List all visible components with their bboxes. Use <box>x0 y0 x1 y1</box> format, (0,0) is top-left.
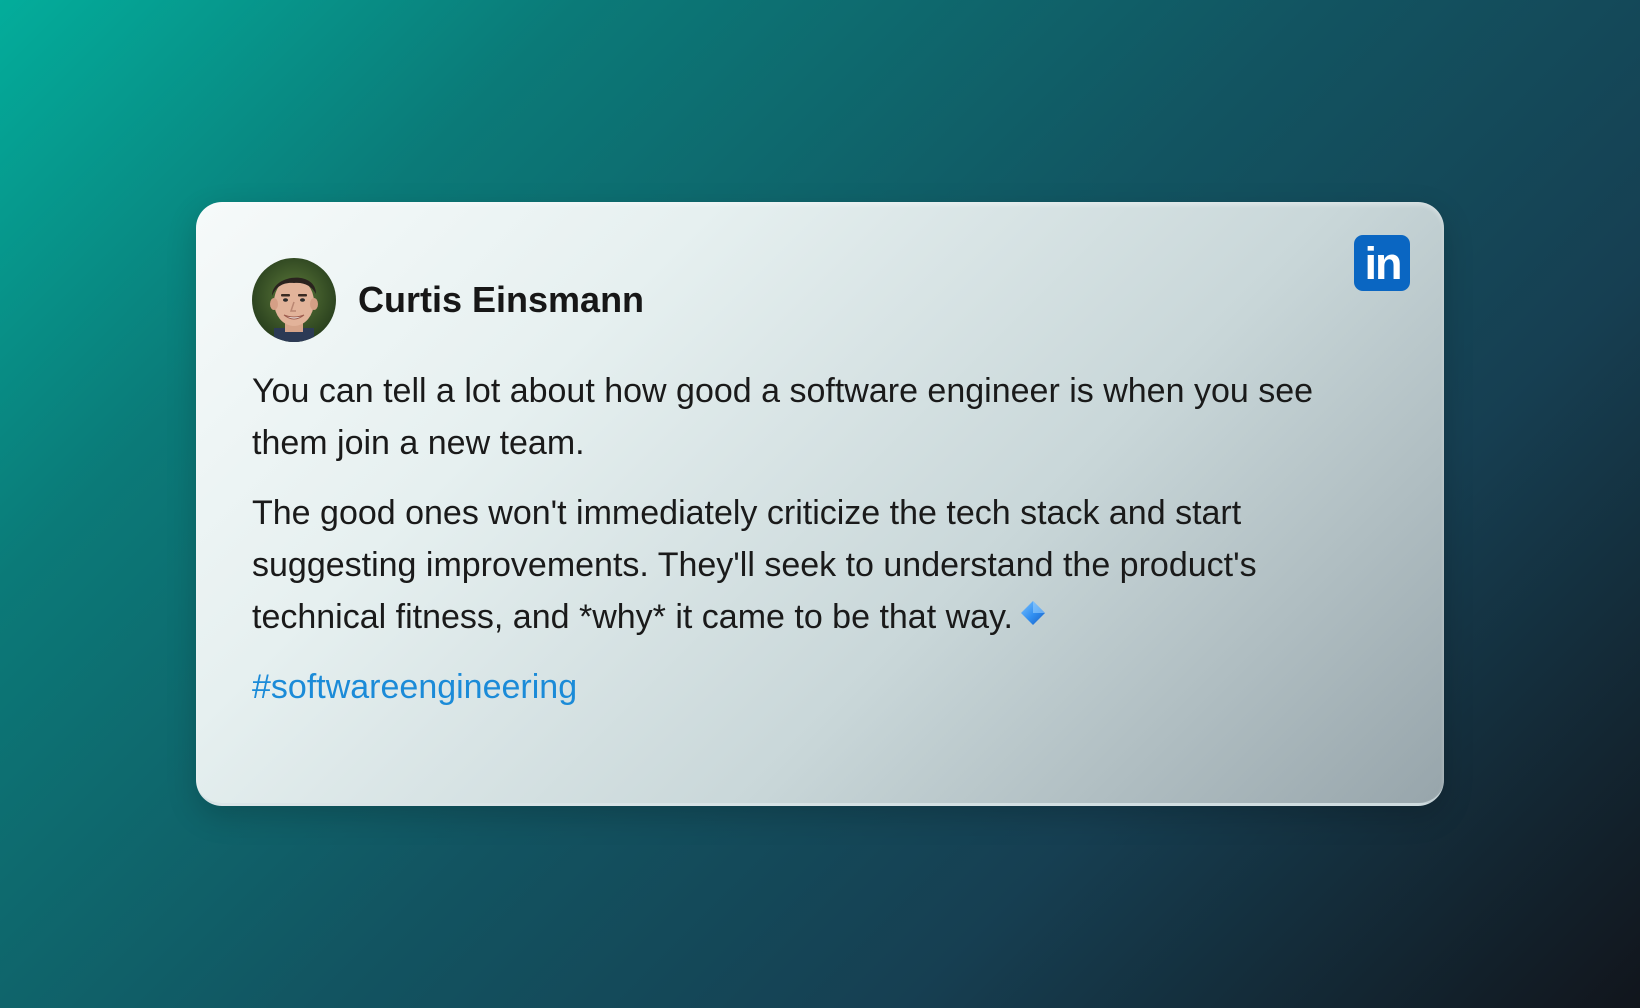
linkedin-logo-icon[interactable]: in <box>1354 235 1410 291</box>
post-header: Curtis Einsmann <box>252 258 644 342</box>
hashtag-link[interactable]: #softwareengineering <box>252 661 577 713</box>
post-card: in Curtis Einsmann You can tell a lot ab… <box>196 202 1444 806</box>
post-paragraph-text: You can tell a lot about how good a soft… <box>252 372 1314 462</box>
post-paragraph-text: The good ones won't immediately criticiz… <box>252 494 1257 636</box>
post-body: You can tell a lot about how good a soft… <box>252 365 1382 713</box>
author-name[interactable]: Curtis Einsmann <box>358 279 644 321</box>
profile-photo-icon <box>252 258 336 342</box>
linkedin-logo-text: in <box>1364 238 1403 289</box>
avatar[interactable] <box>252 258 336 342</box>
post-paragraph: You can tell a lot about how good a soft… <box>252 365 1382 469</box>
post-paragraph: The good ones won't immediately criticiz… <box>252 487 1382 643</box>
small-blue-diamond-icon <box>1019 590 1047 642</box>
